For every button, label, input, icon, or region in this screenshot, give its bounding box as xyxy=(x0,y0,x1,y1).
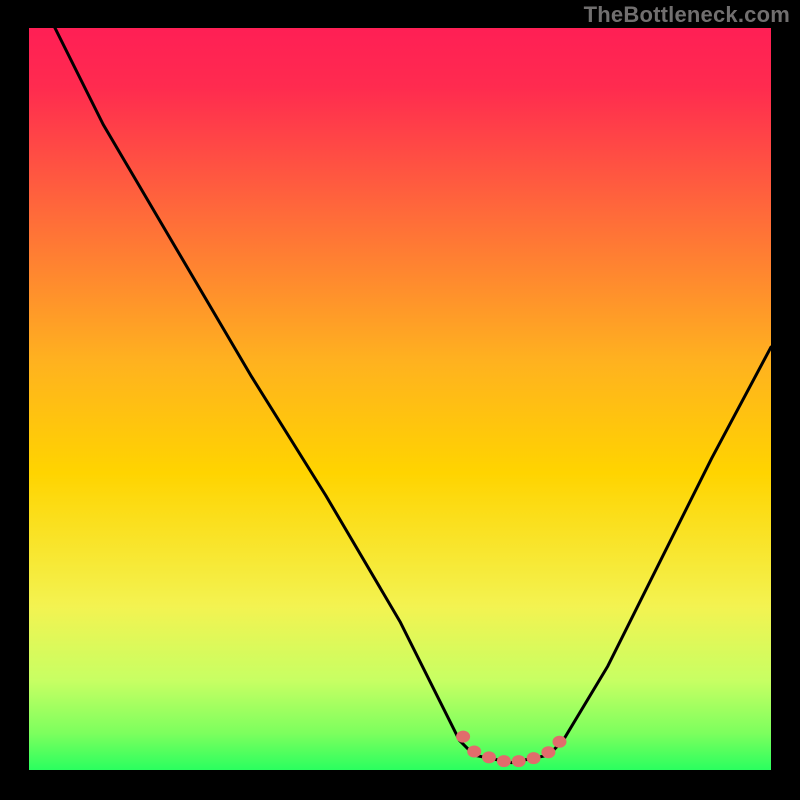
optimal-marker xyxy=(482,751,496,763)
chart-canvas xyxy=(0,0,800,800)
optimal-marker xyxy=(512,755,526,767)
optimal-marker xyxy=(541,746,555,758)
gradient-background xyxy=(29,28,771,770)
optimal-marker xyxy=(527,752,541,764)
chart-frame: TheBottleneck.com xyxy=(0,0,800,800)
optimal-marker xyxy=(456,731,470,743)
optimal-marker xyxy=(467,746,481,758)
optimal-marker xyxy=(497,755,511,767)
optimal-marker xyxy=(553,736,567,748)
